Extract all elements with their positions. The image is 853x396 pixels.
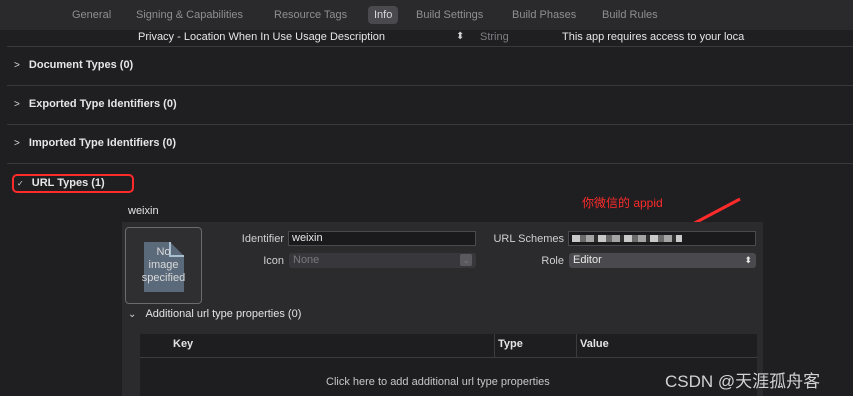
icon-label: Icon xyxy=(263,255,284,267)
identifier-field[interactable]: weixin xyxy=(288,231,476,246)
section-title: URL Types (1) xyxy=(31,177,105,189)
identifier-label: Identifier xyxy=(241,233,284,245)
tab-general[interactable]: General xyxy=(72,6,111,24)
annotation-text: 你微信的 appid xyxy=(582,196,663,210)
divider xyxy=(7,46,853,47)
section-title: Exported Type Identifiers (0) xyxy=(28,98,177,110)
section-exported-type-identifiers[interactable]: > Exported Type Identifiers (0) xyxy=(14,98,177,110)
url-schemes-label: URL Schemes xyxy=(493,233,564,245)
stepper-icon: ⬍ xyxy=(744,255,752,265)
chevron-down-icon: ⌄ xyxy=(128,309,137,320)
chevron-right-icon: > xyxy=(14,99,20,110)
divider xyxy=(494,334,495,357)
column-type[interactable]: Type xyxy=(498,338,523,350)
section-imported-type-identifiers[interactable]: > Imported Type Identifiers (0) xyxy=(14,137,176,149)
url-type-name: weixin xyxy=(128,205,159,217)
additional-properties-header[interactable]: ⌄ Additional url type properties (0) xyxy=(128,308,301,320)
tab-build-phases[interactable]: Build Phases xyxy=(512,6,576,24)
icon-popup[interactable]: None ⌄ xyxy=(289,253,476,268)
placeholder-line: image xyxy=(148,259,179,271)
watermark: CSDN @天涯孤舟客 xyxy=(665,372,821,391)
section-title: Document Types (0) xyxy=(28,59,134,71)
chevron-right-icon: > xyxy=(14,60,20,71)
column-value[interactable]: Value xyxy=(580,338,609,350)
plist-value[interactable]: This app requires access to your loca xyxy=(562,31,744,43)
info-plist-row[interactable]: Privacy - Location When In Use Usage Des… xyxy=(0,30,853,46)
tab-info[interactable]: Info xyxy=(368,6,399,24)
column-key[interactable]: Key xyxy=(173,338,193,350)
redacted-mosaic xyxy=(572,235,682,242)
tab-signing-capabilities[interactable]: Signing & Capabilities xyxy=(136,6,243,24)
tab-resource-tags[interactable]: Resource Tags xyxy=(274,6,347,24)
tab-build-settings[interactable]: Build Settings xyxy=(416,6,483,24)
key-stepper-icon[interactable]: ⬍ xyxy=(456,31,464,42)
divider xyxy=(576,334,577,357)
role-popup[interactable]: Editor ⬍ xyxy=(569,253,756,268)
editor-tab-bar: General Signing & Capabilities Resource … xyxy=(0,0,853,31)
plist-type[interactable]: String xyxy=(480,31,509,43)
section-title: Imported Type Identifiers (0) xyxy=(28,137,176,149)
divider xyxy=(7,163,853,164)
url-schemes-field[interactable] xyxy=(568,231,756,246)
plist-key[interactable]: Privacy - Location When In Use Usage Des… xyxy=(138,31,385,43)
placeholder-line: specified xyxy=(141,272,186,284)
placeholder-line: No xyxy=(156,246,171,258)
chevron-right-icon: > xyxy=(14,138,20,149)
additional-properties-title: Additional url type properties (0) xyxy=(145,308,302,320)
tab-build-rules[interactable]: Build Rules xyxy=(602,6,658,24)
role-popup-value: Editor xyxy=(573,254,602,266)
divider xyxy=(7,124,853,125)
role-label: Role xyxy=(541,255,564,267)
divider xyxy=(7,85,853,86)
chevron-down-icon: ✓ xyxy=(17,179,24,188)
image-well[interactable]: No image specified xyxy=(125,227,202,304)
add-property-hint[interactable]: Click here to add additional url type pr… xyxy=(326,376,550,388)
section-url-types[interactable]: ✓ URL Types (1) xyxy=(17,177,105,189)
icon-popup-value: None xyxy=(293,254,320,266)
section-document-types[interactable]: > Document Types (0) xyxy=(14,59,133,71)
divider xyxy=(140,357,757,358)
